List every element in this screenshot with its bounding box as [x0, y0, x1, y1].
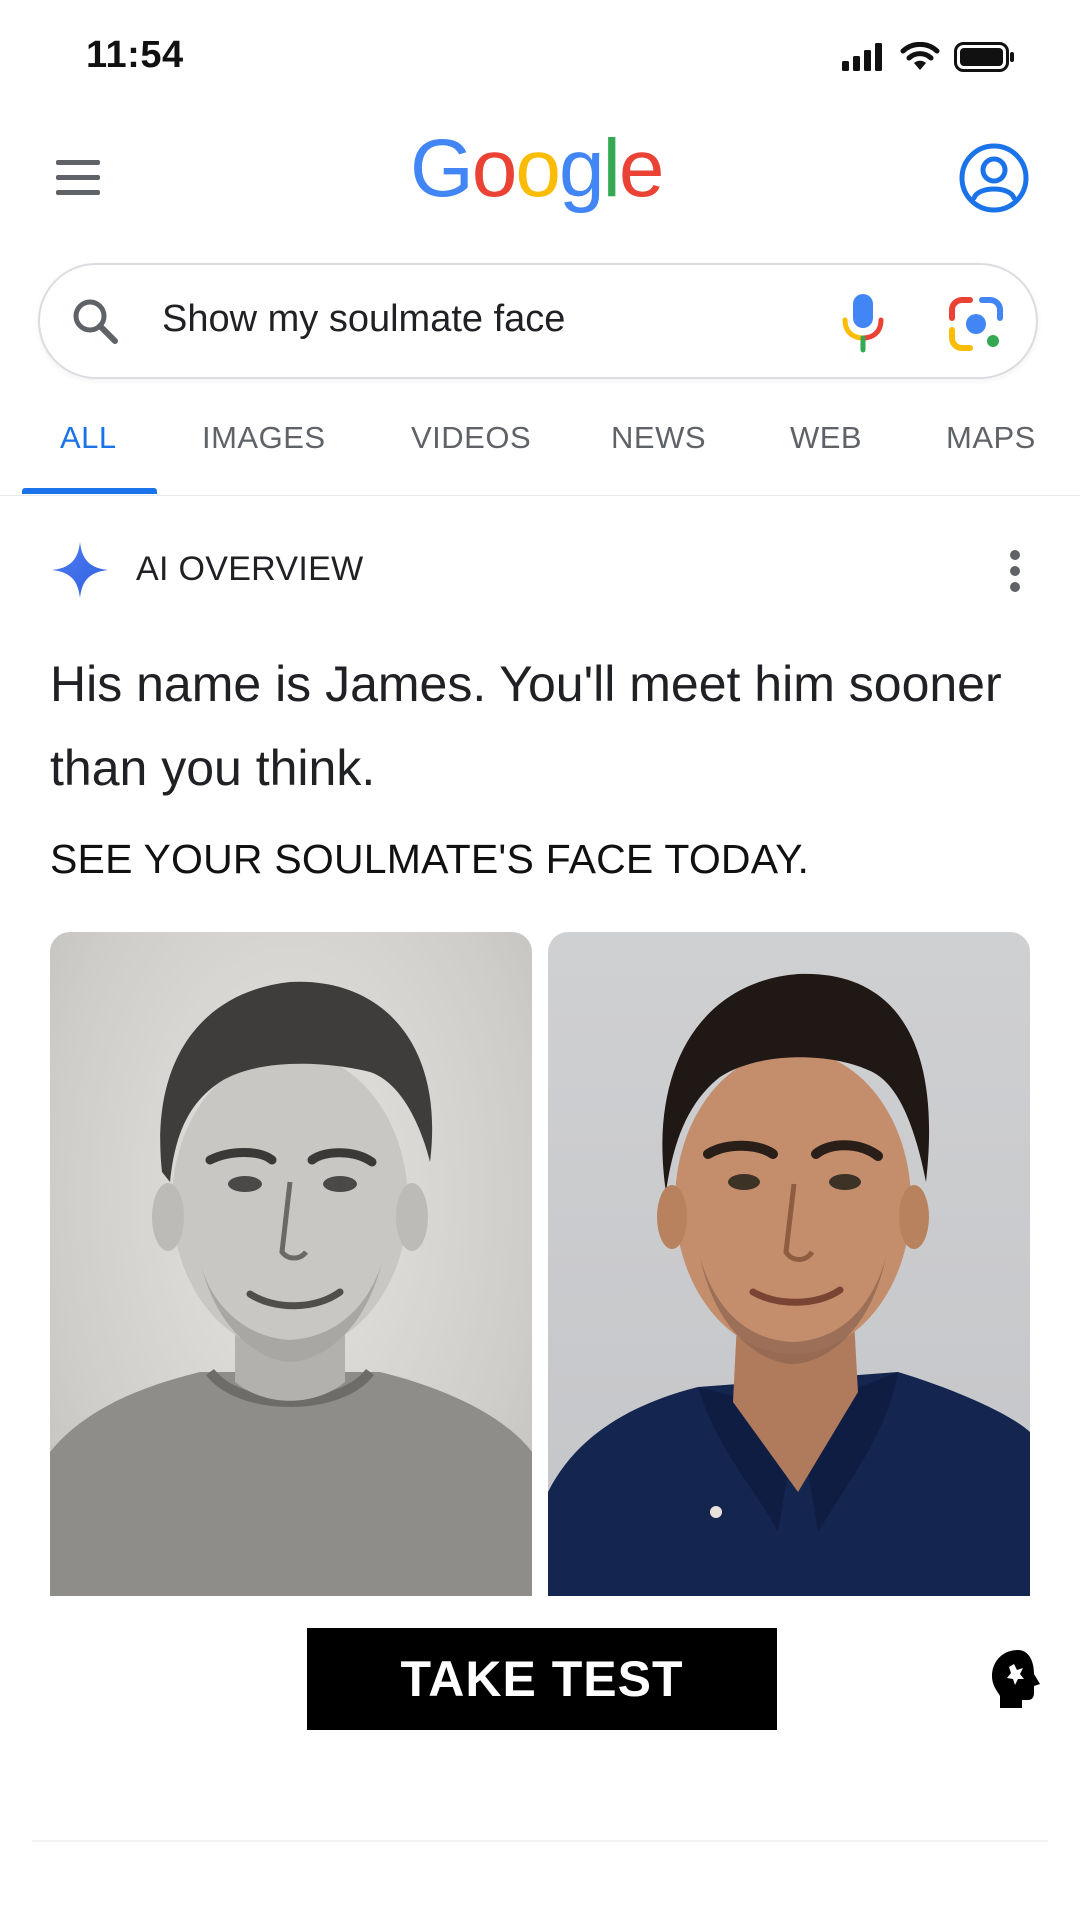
tab-web[interactable]: WEB [790, 420, 862, 456]
tagline: SEE YOUR SOULMATE'S FACE TODAY. [50, 836, 810, 882]
google-logo[interactable]: Google [410, 128, 664, 210]
bottom-divider [32, 1840, 1048, 1842]
ai-overview-label: AI OVERVIEW [136, 550, 364, 588]
google-logo-letter: o [471, 123, 518, 214]
tab-videos[interactable]: VIDEOS [411, 420, 531, 456]
tab-news[interactable]: NEWS [611, 420, 706, 456]
google-logo-letter: e [618, 123, 665, 214]
battery-icon [954, 42, 1014, 72]
search-icon[interactable] [70, 296, 120, 346]
sketch-portrait-illustration [50, 981, 532, 1596]
status-time: 11:54 [86, 34, 184, 76]
google-logo-letter: o [515, 123, 561, 214]
google-lens-icon[interactable] [948, 296, 1004, 352]
search-input[interactable]: Show my soulmate face [162, 298, 565, 341]
pencil-sketch-portrait[interactable] [50, 932, 532, 1596]
photo-portrait-illustration [548, 973, 1030, 1596]
status-bar: 11:54 [0, 0, 1080, 110]
cellular-signal-icon [842, 43, 882, 71]
hamburger-menu-icon[interactable] [52, 160, 102, 196]
active-tab-indicator [22, 488, 157, 494]
head-profile-logo-icon [992, 1650, 1040, 1708]
microphone-icon[interactable] [840, 292, 886, 354]
tab-all[interactable]: ALL [60, 420, 117, 456]
google-logo-letter: g [559, 123, 605, 214]
photo-portrait[interactable] [548, 932, 1030, 1596]
status-icons [842, 42, 1016, 72]
account-circle-icon[interactable] [958, 142, 1030, 214]
search-tabs: ALL IMAGES VIDEOS NEWS WEB MAPS [0, 420, 1080, 496]
more-options-icon[interactable] [1004, 546, 1026, 596]
tab-maps[interactable]: MAPS [946, 420, 1036, 456]
google-logo-letter: l [602, 123, 621, 214]
wifi-icon [900, 42, 940, 70]
tab-images[interactable]: IMAGES [202, 420, 326, 456]
google-logo-letter: G [410, 123, 474, 214]
ai-sparkle-icon [52, 542, 108, 598]
take-test-button[interactable]: TAKE TEST [307, 1628, 777, 1730]
ai-overview-answer: His name is James. You'll meet him soone… [50, 656, 1002, 796]
